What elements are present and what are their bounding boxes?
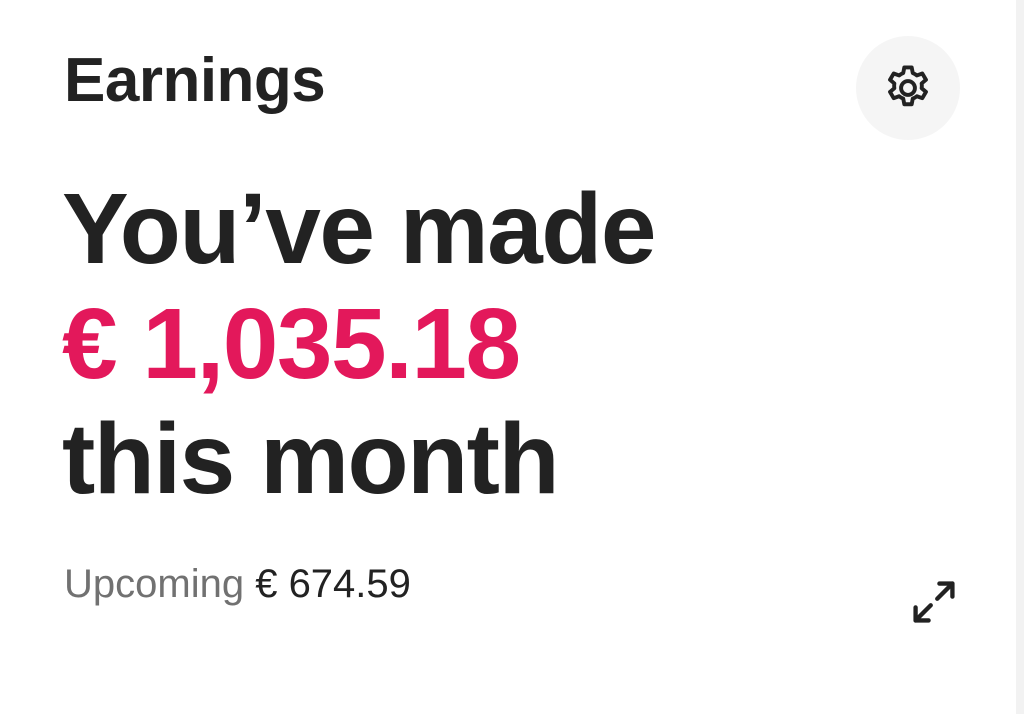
expand-icon — [908, 576, 960, 628]
upcoming-label: Upcoming — [64, 562, 245, 606]
earnings-card: Earnings You’ve made € 1,035.18 this mon… — [0, 0, 1024, 714]
gear-icon — [882, 62, 934, 114]
settings-button[interactable] — [856, 36, 960, 140]
earnings-amount: € 1,035.18 — [62, 288, 521, 400]
headline-suffix: this month — [62, 403, 560, 515]
earnings-headline: You’ve made € 1,035.18 this month — [62, 172, 656, 517]
expand-button[interactable] — [904, 572, 964, 632]
upcoming-value: € 674.59 — [255, 562, 411, 606]
page-title: Earnings — [64, 46, 326, 115]
scrollbar-track — [1016, 0, 1024, 714]
headline-prefix: You’ve made — [62, 173, 656, 285]
upcoming-earnings: Upcoming € 674.59 — [64, 560, 411, 608]
